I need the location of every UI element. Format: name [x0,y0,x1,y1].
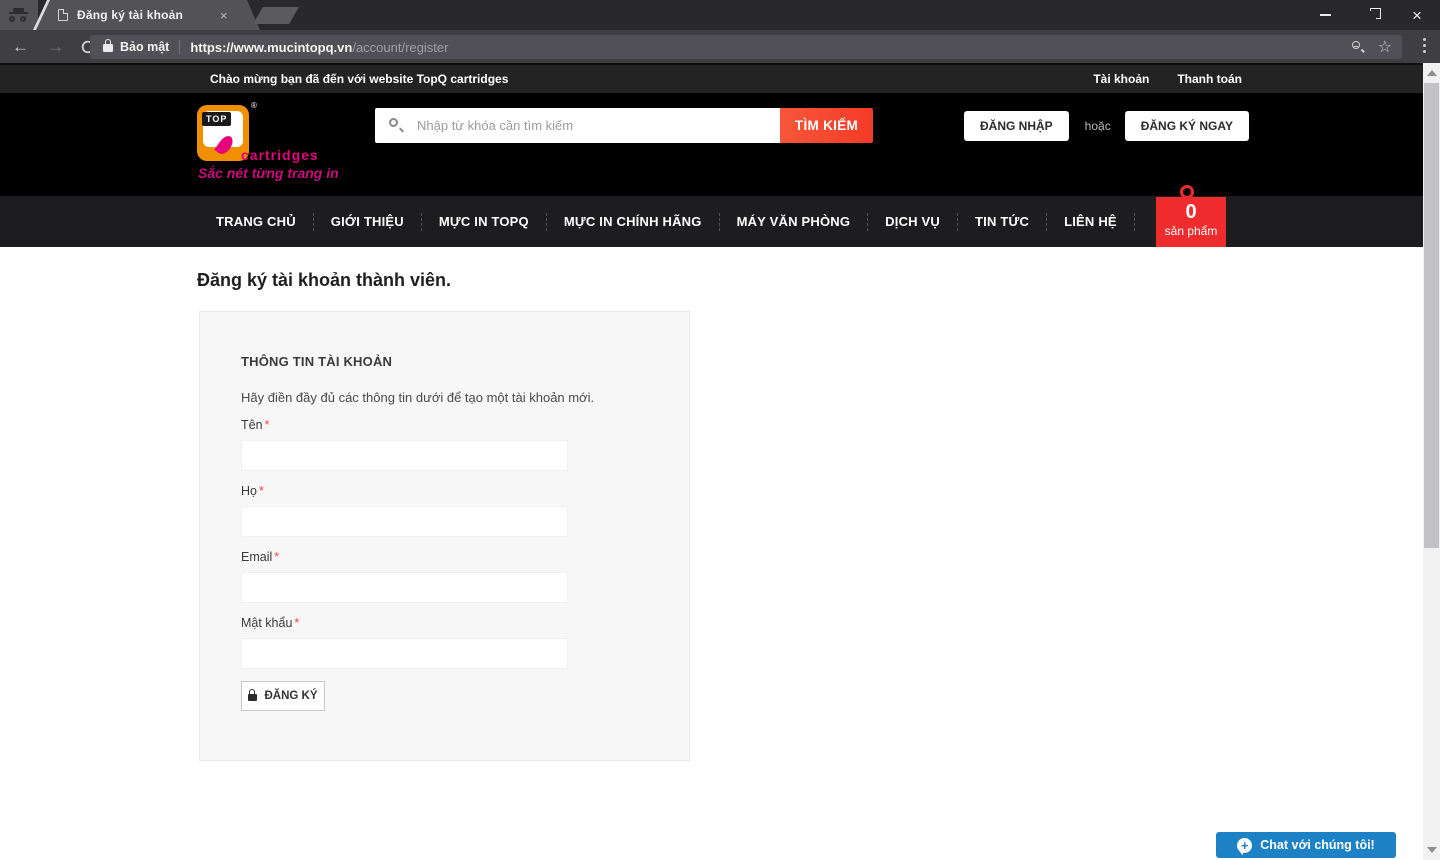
scroll-down-icon[interactable] [1427,847,1437,853]
page-scrollbar[interactable] [1423,63,1440,860]
required-asterisk: * [264,418,270,432]
last-name-label: Họ * [241,484,264,498]
welcome-text: Chào mừng bạn đã đến với website TopQ ca… [210,72,509,86]
browser-tab[interactable]: Đăng ký tài khoản × [36,0,260,30]
search-bar: TÌM KIẾM [375,108,873,143]
nav-separator [867,212,869,231]
password-input[interactable] [241,638,568,669]
security-label: Bảo mật [120,40,170,54]
cart-label: sản phẩm [1164,224,1218,238]
nav-item-home[interactable]: TRANG CHỦ [216,214,296,229]
nav-item-about[interactable]: GIỚI THIỆU [331,214,404,229]
form-section-title: THÔNG TIN TÀI KHOẢN [241,354,393,369]
register-submit-button[interactable]: ĐĂNG KÝ [241,681,325,711]
restore-button[interactable] [1348,0,1394,30]
required-asterisk: * [274,550,280,564]
url-path: /account/register [352,39,449,55]
nav-item-contact[interactable]: LIÊN HỆ [1064,214,1117,229]
close-button[interactable]: × [1394,0,1440,30]
tab-strip: Đăng ký tài khoản × × [0,0,1440,30]
site-logo[interactable]: TOP ® cartridges Sắc nét từng trang in [197,101,339,191]
welcome-bar: Chào mừng bạn đã đến với website TopQ ca… [0,63,1440,93]
scroll-up-icon[interactable] [1427,70,1437,76]
page-title: Đăng ký tài khoản thành viên. [197,270,452,290]
scrollbar-thumb[interactable] [1424,83,1439,548]
logo-tagline: Sắc nét từng trang in [198,165,339,181]
cart-bag-icon [1180,185,1194,199]
password-label: Mật khẩu * [241,616,300,630]
search-input[interactable] [375,108,780,143]
url-domain: https://www.mucintopq.vn [190,39,353,55]
nav-separator [957,212,959,231]
search-button[interactable]: TÌM KIẾM [780,108,873,143]
first-name-label: Tên * [241,418,270,432]
browser-window: Đăng ký tài khoản × × ← → Bảo mật https:… [0,0,1440,860]
nav-item-news[interactable]: TIN TỨC [975,214,1029,229]
email-label: Email * [241,550,280,564]
incognito-icon [8,8,30,23]
first-name-field-group: Tên * [241,418,689,471]
site-header: TOP ® cartridges Sắc nét từng trang in T… [0,93,1440,196]
registered-mark: ® [251,101,257,110]
required-asterisk: * [294,616,300,630]
chat-label: Chat với chúng tôi! [1260,838,1375,852]
bookmark-star-icon[interactable]: ☆ [1378,39,1392,55]
nav-item-topq-ink[interactable]: MỰC IN TOPQ [439,214,529,229]
window-controls: × [1302,0,1440,30]
auth-buttons: ĐĂNG NHẬP hoặc ĐĂNG KÝ NGAY [964,111,1249,141]
last-name-field-group: Họ * [241,484,689,537]
nav-item-office-machines[interactable]: MÁY VĂN PHÒNG [737,214,851,229]
browser-toolbar: ← → Bảo mật https://www.mucintopq.vn/acc… [0,30,1440,63]
back-icon[interactable]: ← [12,38,29,55]
required-asterisk: * [258,484,264,498]
first-name-input[interactable] [241,440,568,471]
browser-menu-icon[interactable] [1423,38,1426,53]
nav-separator [718,212,720,231]
lock-icon [248,689,258,701]
register-form-panel: THÔNG TIN TÀI KHOẢN Hãy điền đầy đủ các … [199,311,690,761]
login-button[interactable]: ĐĂNG NHẬP [964,111,1069,141]
nav-item-genuine-ink[interactable]: MỰC IN CHÍNH HÃNG [564,214,702,229]
incognito-corner [0,0,38,30]
new-tab-button[interactable] [253,7,299,24]
account-link[interactable]: Tài khoản [1093,72,1149,86]
forward-icon: → [47,37,64,56]
nav-item-services[interactable]: DỊCH VỤ [885,214,940,229]
nav-separator [1046,212,1048,231]
nav-separator [312,212,314,231]
nav-separator [545,212,547,231]
url-divider [179,40,181,54]
tab-title: Đăng ký tài khoản [77,8,184,22]
web-page: Chào mừng bạn đã đến với website TopQ ca… [0,63,1440,860]
password-field-group: Mật khẩu * [241,616,689,669]
nav-separator [1133,212,1135,231]
or-label: hoặc [1084,119,1111,133]
chat-widget-button[interactable]: Chat với chúng tôi! [1216,832,1396,858]
email-field-group: Email * [241,550,689,603]
search-icon [389,118,404,133]
checkout-link[interactable]: Thanh toán [1177,72,1242,86]
form-description: Hãy điền đầy đủ các thông tin dưới để tạ… [241,390,595,405]
cart-button[interactable]: 0 sản phẩm [1156,185,1226,247]
zoom-icon[interactable] [1351,41,1365,53]
page-icon [58,9,68,21]
cart-count: 0 [1185,201,1197,223]
register-now-button[interactable]: ĐĂNG KÝ NGAY [1124,111,1249,141]
nav-separator [420,212,422,231]
logo-cartridges-text: cartridges [241,147,319,163]
chat-bubble-icon [1237,837,1253,853]
lock-icon [103,39,113,52]
minimize-button[interactable] [1302,0,1348,30]
address-bar[interactable]: Bảo mật https://www.mucintopq.vn/account… [90,35,1402,59]
last-name-input[interactable] [241,506,568,537]
email-input[interactable] [241,572,568,603]
tab-close-icon[interactable]: × [220,9,228,22]
